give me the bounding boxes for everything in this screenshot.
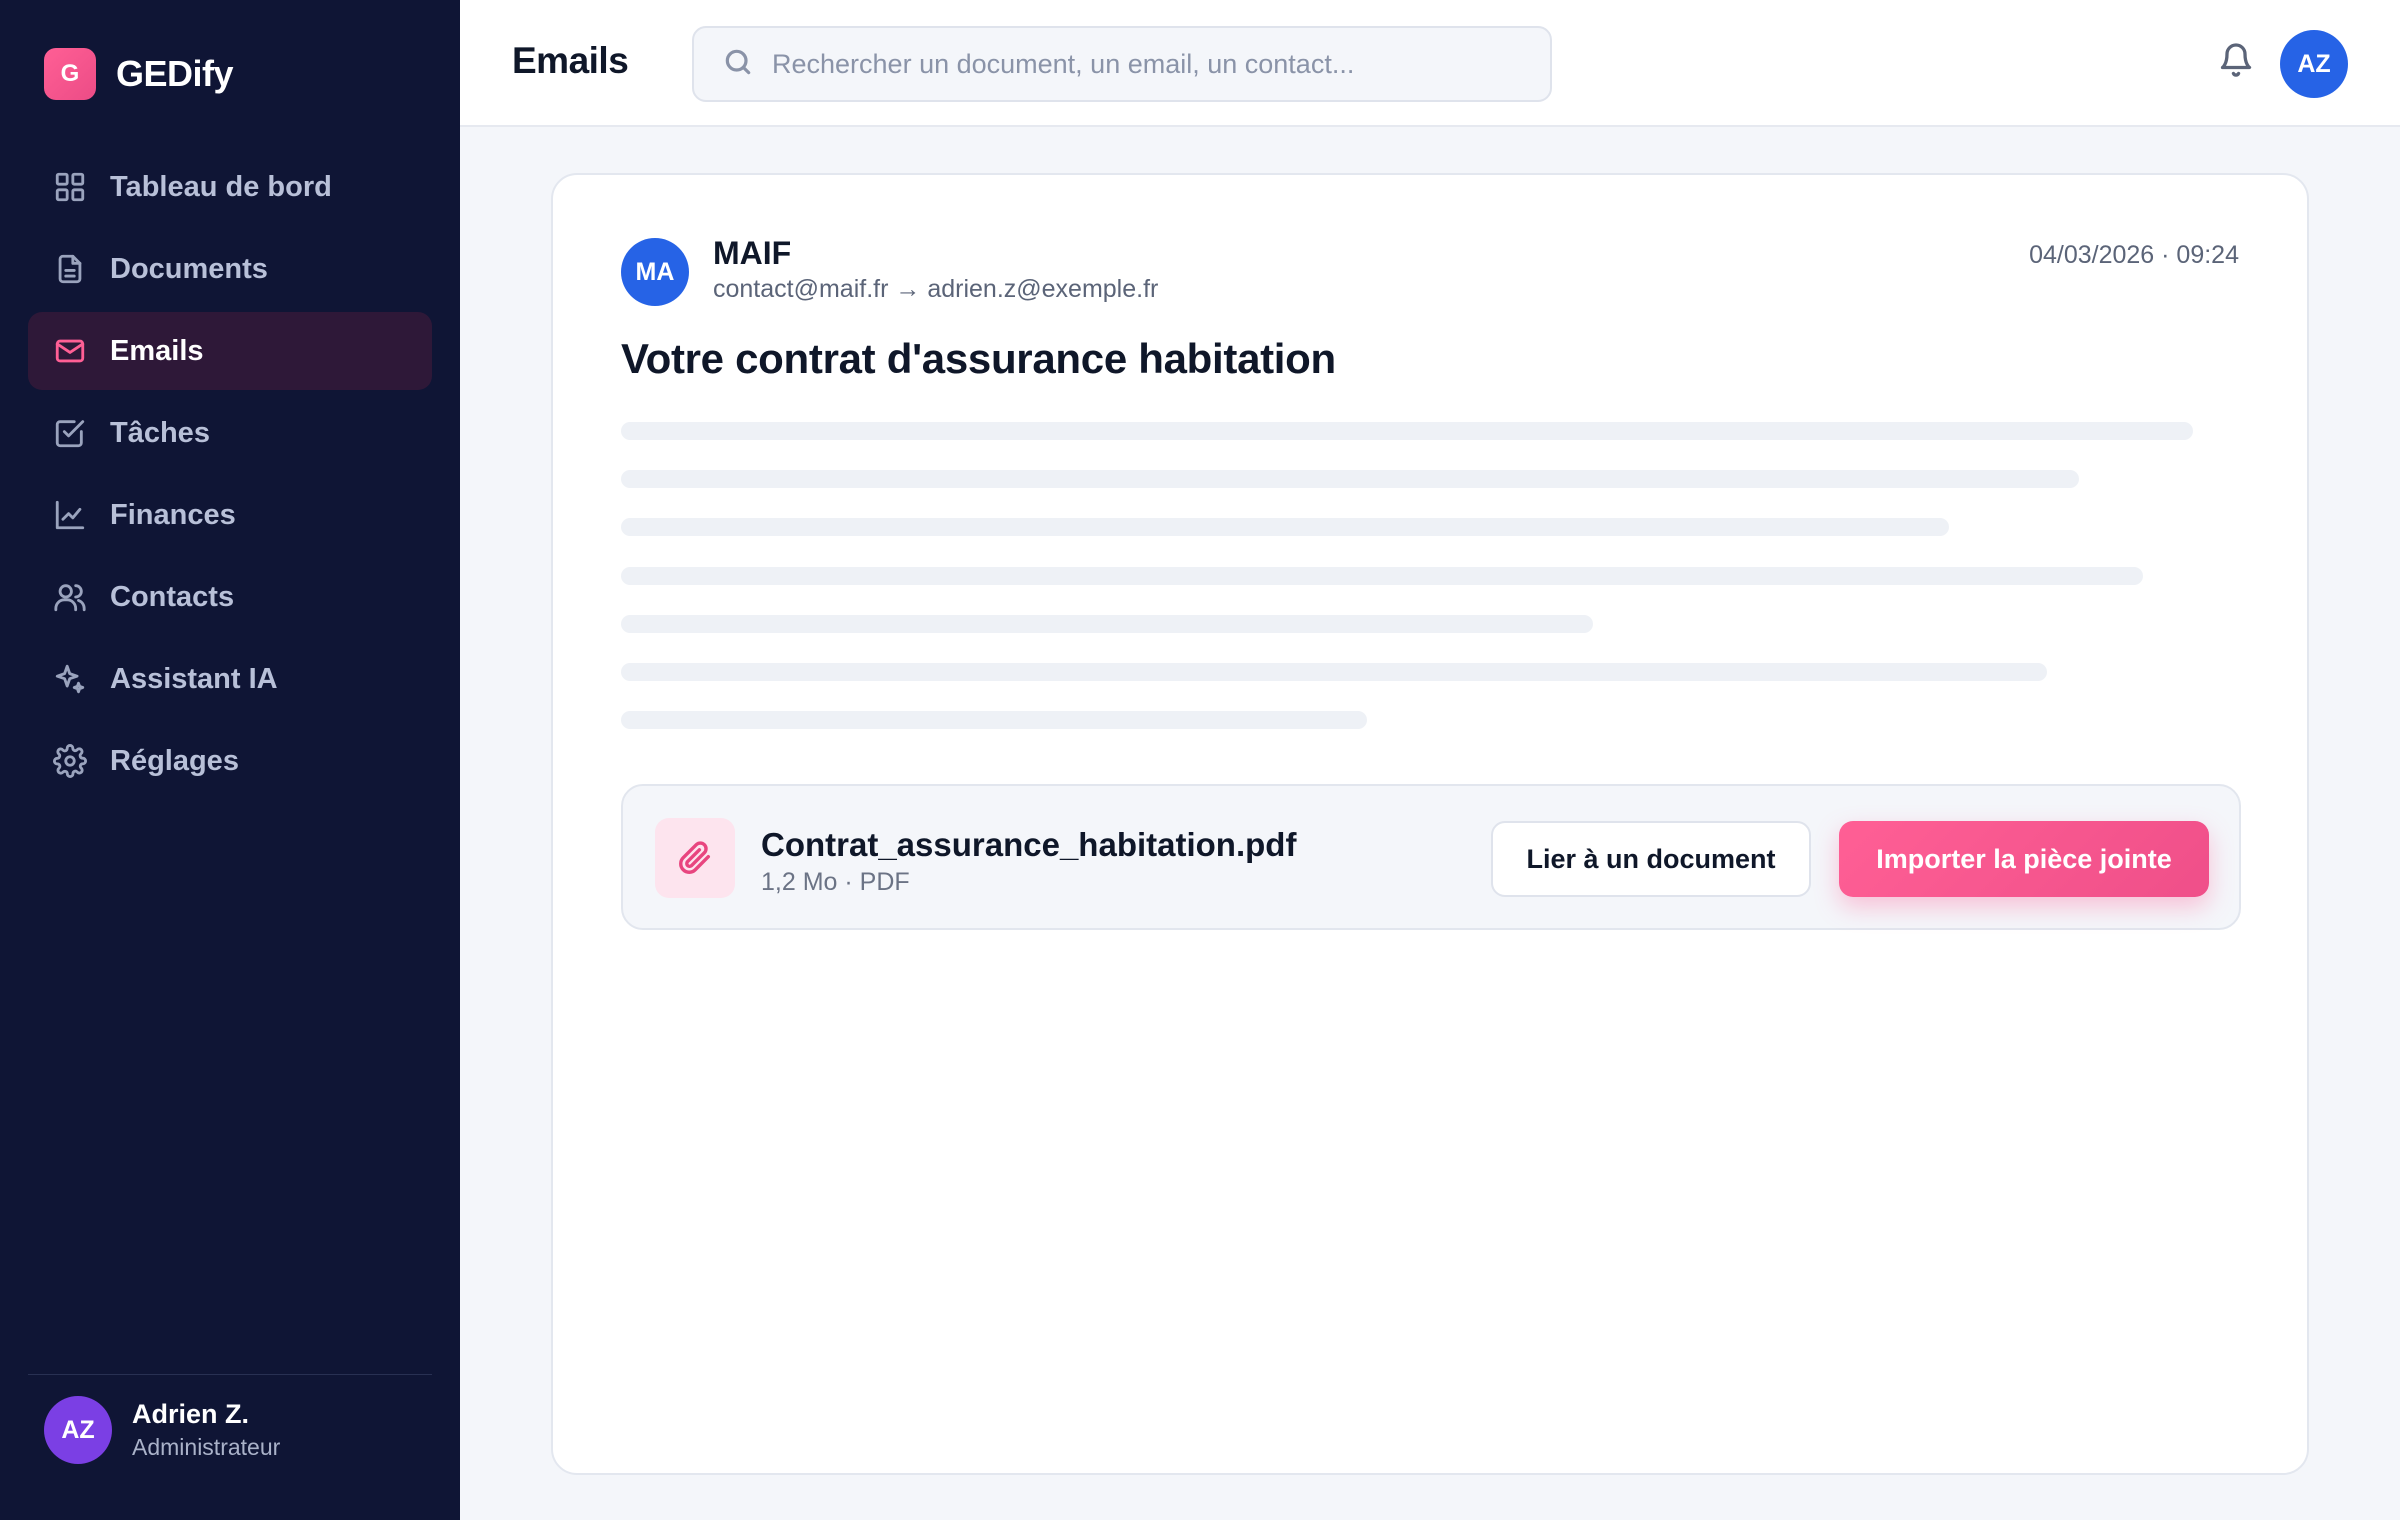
email-date: 04/03/2026 · 09:24 (2029, 241, 2239, 269)
body-placeholder-line (621, 470, 2079, 488)
user-meta: Adrien Z. Administrateur (132, 1399, 280, 1461)
search-icon (722, 46, 754, 83)
app-logo: G (44, 48, 96, 100)
search-bar[interactable] (692, 26, 1552, 102)
sparkles-icon (52, 661, 88, 697)
header-user-avatar[interactable]: AZ (2280, 30, 2348, 98)
paperclip-icon (655, 818, 735, 898)
user-name: Adrien Z. (132, 1399, 250, 1429)
checkbox-icon (52, 415, 88, 451)
sidebar-item-label: Tableau de bord (110, 170, 332, 203)
sidebar-item-label: Emails (110, 334, 204, 367)
body-placeholder-line (621, 567, 2143, 585)
sidebar-item-label: Finances (110, 498, 236, 531)
sidebar-item-reglages[interactable]: Réglages (28, 722, 432, 800)
sender-route: contact@maif.fr → adrien.z@exemple.fr (713, 275, 1159, 303)
top-header: Emails AZ (460, 0, 2400, 127)
sidebar-item-finances[interactable]: Finances (28, 476, 432, 554)
sidebar-item-taches[interactable]: Tâches (28, 394, 432, 472)
sidebar-nav: Tableau de bord Documents Emails Tâches … (28, 148, 432, 804)
sidebar-user-card[interactable]: AZ Adrien Z. Administrateur (44, 1396, 280, 1464)
email-subject: Votre contrat d'assurance habitation (621, 335, 1336, 382)
file-icon (52, 251, 88, 287)
sidebar-item-emails[interactable]: Emails (28, 312, 432, 390)
page-title: Emails (512, 40, 629, 81)
mail-icon (52, 333, 88, 369)
import-attachment-button[interactable]: Importer la pièce jointe (1839, 821, 2209, 897)
sidebar-item-contacts[interactable]: Contacts (28, 558, 432, 636)
users-icon (52, 579, 88, 615)
body-placeholder-line (621, 518, 1949, 536)
sidebar-item-label: Contacts (110, 580, 235, 613)
gear-icon (52, 743, 88, 779)
sidebar-item-label: Tâches (110, 416, 210, 449)
sidebar-item-label: Documents (110, 252, 268, 285)
body-placeholder-line (621, 615, 1593, 633)
brand[interactable]: G GEDify (44, 48, 234, 100)
chart-line-icon (52, 497, 88, 533)
body-placeholder-line (621, 711, 1367, 729)
attachment-name[interactable]: Contrat_assurance_habitation.pdf (761, 826, 1296, 864)
email-detail-card: MA MAIF contact@maif.fr → adrien.z@exemp… (551, 173, 2309, 1475)
body-placeholder-line (621, 422, 2193, 440)
user-role: Administrateur (132, 1434, 281, 1460)
attachment-meta: 1,2 Mo · PDF (761, 868, 910, 896)
sidebar-item-assistant-ia[interactable]: Assistant IA (28, 640, 432, 718)
notifications-button[interactable] (2214, 40, 2258, 84)
sidebar-divider (28, 1374, 432, 1375)
attachment-card: Contrat_assurance_habitation.pdf 1,2 Mo … (621, 784, 2241, 930)
bell-icon (2218, 42, 2254, 83)
body-placeholder-line (621, 663, 2047, 681)
sidebar-item-label: Réglages (110, 744, 239, 777)
sidebar-item-tableau-de-bord[interactable]: Tableau de bord (28, 148, 432, 226)
sidebar: G GEDify Tableau de bord Documents Email… (0, 0, 460, 1520)
sender-avatar: MA (621, 238, 689, 306)
avatar: AZ (44, 1396, 112, 1464)
app-name: GEDify (116, 53, 234, 94)
sidebar-item-documents[interactable]: Documents (28, 230, 432, 308)
link-to-document-button[interactable]: Lier à un document (1491, 821, 1811, 897)
sender-name: MAIF (713, 235, 792, 271)
grid-icon (52, 169, 88, 205)
search-input[interactable] (772, 48, 1532, 80)
sidebar-item-label: Assistant IA (110, 662, 278, 695)
